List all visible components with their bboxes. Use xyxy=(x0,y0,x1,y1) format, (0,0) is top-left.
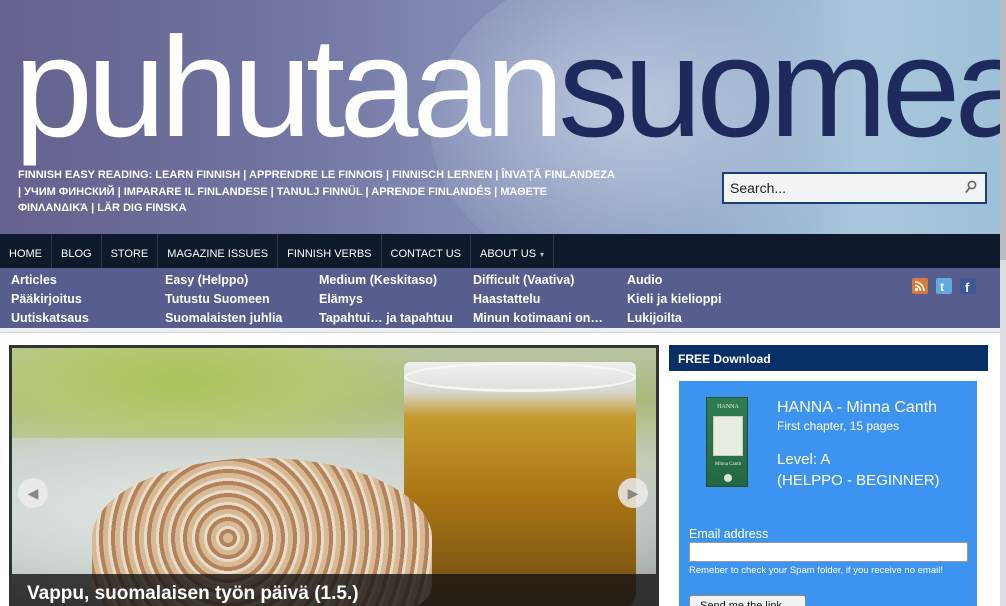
category-link[interactable]: Audio xyxy=(627,271,721,290)
twitter-icon[interactable]: t xyxy=(936,278,952,294)
category-column-easy: Easy (Helppo) Tutustu Suomeen Suomalaist… xyxy=(165,271,282,328)
arrow-right-icon: ▶ xyxy=(627,485,639,501)
category-link[interactable]: Kieli ja kielioppi xyxy=(627,290,721,309)
book-title: HANNA - Minna Canth xyxy=(777,399,938,416)
category-link[interactable]: Suomalaisten juhlia xyxy=(165,309,282,328)
category-link[interactable]: Lukijoilta xyxy=(627,309,721,328)
category-bar: Articles Pääkirjoitus Uutiskatsaus Easy … xyxy=(0,268,1000,328)
site-logo[interactable]: puhutaansuomea xyxy=(14,8,1000,168)
scrollbar-thumb[interactable] xyxy=(1000,0,1006,260)
slider-next-button[interactable]: ▶ xyxy=(618,478,648,508)
book-cover-illustration xyxy=(713,416,743,456)
nav-finnish-verbs-label: FINNISH VERBS xyxy=(287,248,372,260)
category-link[interactable]: Minun kotimaani on… xyxy=(473,309,603,328)
book-cover-author: Minna Canth xyxy=(714,462,742,467)
category-link[interactable]: Elämys xyxy=(319,290,453,309)
book-level-description: (HELPPO - BEGINNER) xyxy=(777,472,940,489)
book-subtitle: First chapter, 15 pages xyxy=(777,419,900,433)
category-link[interactable]: Easy (Helppo) xyxy=(165,271,282,290)
main-content: ◀ ▶ Vappu, suomalaisen työn päivä (1.5.)… xyxy=(0,332,1000,606)
category-link[interactable]: Uutiskatsaus xyxy=(11,309,89,328)
nav-blog[interactable]: BLOG xyxy=(52,234,102,268)
email-field[interactable] xyxy=(689,542,968,562)
book-cover-emblem xyxy=(724,474,732,482)
nav-finnish-verbs[interactable]: FINNISH VERBS xyxy=(278,234,382,268)
slide-caption[interactable]: Vappu, suomalaisen työn päivä (1.5.) xyxy=(12,574,656,606)
book-cover-title: HANNA xyxy=(717,404,739,410)
email-label: Email address xyxy=(689,527,769,541)
nav-home[interactable]: HOME xyxy=(0,234,52,268)
slide-glass-image xyxy=(404,362,636,606)
nav-home-label: HOME xyxy=(9,248,42,260)
category-column-articles: Articles Pääkirjoitus Uutiskatsaus xyxy=(11,271,89,328)
facebook-icon[interactable]: f xyxy=(960,278,976,295)
logo-puhutaan: puhutaan xyxy=(14,8,564,167)
nav-magazine-issues[interactable]: MAGAZINE ISSUES xyxy=(158,234,279,268)
widget-title: FREE Download xyxy=(669,345,988,371)
send-link-button[interactable]: Send me the link xyxy=(689,595,806,606)
nav-store-label: STORE xyxy=(110,248,149,260)
site-tagline: FINNISH EASY READING: LEARN FINNISH | AP… xyxy=(18,169,615,214)
category-link[interactable]: Articles xyxy=(11,271,89,290)
nav-contact-us[interactable]: CONTACT US xyxy=(382,234,471,268)
category-link[interactable]: Tutustu Suomeen xyxy=(165,290,282,309)
search-box[interactable] xyxy=(722,172,987,204)
category-link[interactable]: Tapahtui… ja tapahtuu xyxy=(319,309,453,328)
search-input[interactable] xyxy=(724,180,954,196)
svg-text:f: f xyxy=(965,280,970,294)
social-icons: t f xyxy=(912,278,976,295)
category-link[interactable]: Pääkirjoitus xyxy=(11,290,89,309)
nav-store[interactable]: STORE xyxy=(102,234,159,268)
nav-magazine-issues-label: MAGAZINE ISSUES xyxy=(167,248,269,260)
category-column-audio: Audio Kieli ja kielioppi Lukijoilta xyxy=(627,271,721,328)
book-cover-image: HANNA Minna Canth xyxy=(706,397,748,487)
category-column-difficult: Difficult (Vaativa) Haastattelu Minun ko… xyxy=(473,271,603,328)
logo-suomea: suomea xyxy=(558,8,1000,167)
chevron-down-icon: ▾ xyxy=(540,250,545,259)
slider-prev-button[interactable]: ◀ xyxy=(18,478,48,508)
category-column-medium: Medium (Keskitaso) Elämys Tapahtui… ja t… xyxy=(319,271,453,328)
featured-slider[interactable]: ◀ ▶ Vappu, suomalaisen työn päivä (1.5.) xyxy=(9,345,659,606)
page: puhutaansuomea FINNISH EASY READING: LEA… xyxy=(0,0,1006,606)
rss-icon[interactable] xyxy=(912,278,928,294)
search-icon[interactable] xyxy=(965,180,977,194)
nav-contact-us-label: CONTACT US xyxy=(390,248,462,260)
nav-about-us[interactable]: ABOUT US ▾ xyxy=(471,234,555,268)
spam-note: Remeber to check your Spam folder, if yo… xyxy=(689,565,943,576)
nav-about-us-label: ABOUT US xyxy=(480,248,537,260)
nav-blog-label: BLOG xyxy=(61,248,92,260)
arrow-left-icon: ◀ xyxy=(27,485,39,501)
category-link[interactable]: Difficult (Vaativa) xyxy=(473,271,603,290)
glass-rim xyxy=(404,362,636,392)
free-download-widget: FREE Download HANNA Minna Canth HANNA - … xyxy=(669,345,988,606)
main-navigation: HOME BLOG STORE MAGAZINE ISSUES FINNISH … xyxy=(0,234,1000,268)
category-link[interactable]: Medium (Keskitaso) xyxy=(319,271,453,290)
download-box: HANNA Minna Canth HANNA - Minna Canth Fi… xyxy=(679,381,977,606)
category-link[interactable]: Haastattelu xyxy=(473,290,603,309)
page-scrollbar[interactable] xyxy=(1000,0,1006,606)
site-header: puhutaansuomea FINNISH EASY READING: LEA… xyxy=(0,0,1000,234)
svg-text:t: t xyxy=(940,280,944,294)
book-level: Level: A xyxy=(777,451,831,468)
